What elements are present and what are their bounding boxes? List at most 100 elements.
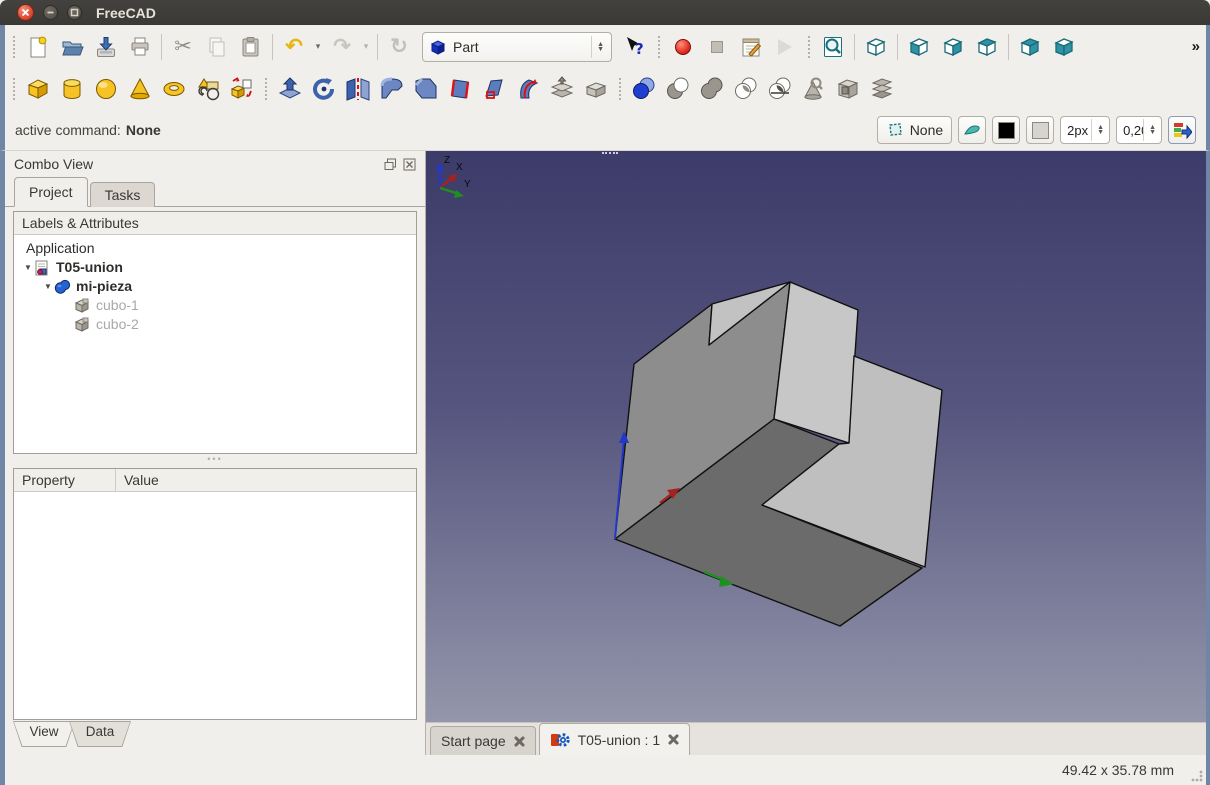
undo-button[interactable]: ↶ [277,30,311,64]
property-table-body[interactable] [14,492,416,719]
tab-tasks[interactable]: Tasks [90,182,156,207]
shape-builder-button[interactable] [225,72,259,106]
toolbar-drag-handle[interactable] [619,78,621,100]
tab-document[interactable]: T05-union : 1 [539,723,691,755]
cross-section-button[interactable] [831,72,865,106]
tab-view[interactable]: View [13,721,75,747]
redo-button[interactable]: ↷ [325,30,359,64]
close-tab-icon[interactable] [514,736,525,747]
tree-item-label: Application [26,239,95,258]
boolean-button[interactable] [627,72,661,106]
refresh-button[interactable]: ↻ [382,30,416,64]
part-box-button[interactable] [21,72,55,106]
boolean-intersection-button[interactable] [729,72,763,106]
extrude-button[interactable] [273,72,307,106]
toolbar-drag-handle[interactable] [265,78,267,100]
chevron-down-icon: ▾ [316,41,321,52]
workbench-spinner[interactable]: ▲▼ [591,36,609,58]
section-button[interactable] [763,72,797,106]
minimize-icon[interactable] [43,5,58,20]
text-scale-spinner[interactable]: ▲▼ [1143,119,1161,141]
save-button[interactable] [89,30,123,64]
cross-sections-button[interactable] [865,72,899,106]
paste-button[interactable] [234,30,268,64]
create-primitives-button[interactable] [191,72,225,106]
dock-splitter[interactable]: ••• [5,454,425,464]
macro-play-button[interactable] [768,30,802,64]
draft-facecolor-gray-button[interactable] [1026,116,1054,144]
new-document-button[interactable] [21,30,55,64]
whats-this-button[interactable]: ? [618,30,652,64]
text-scale-spinbox[interactable]: 0,20 ▲▼ [1116,116,1162,144]
macro-stop-button[interactable] [700,30,734,64]
toolbar-drag-handle[interactable] [13,36,15,58]
draft-style-button[interactable]: None [877,116,952,144]
resize-grip[interactable] [1191,770,1203,782]
tree-item-part[interactable]: ▼ mi-pieza [22,277,416,296]
toolbar-drag-handle[interactable] [658,36,660,58]
top-view-button[interactable] [936,30,970,64]
tab-project[interactable]: Project [14,177,88,207]
tab-data[interactable]: Data [69,721,131,747]
part-cone-button[interactable] [123,72,157,106]
undo-dropdown-button[interactable]: ▾ [311,30,325,64]
close-tab-icon[interactable] [668,734,679,745]
whats-this-icon: ? [623,35,647,59]
expander-icon[interactable]: ▼ [22,258,34,277]
tree-item-application[interactable]: Application [22,239,416,258]
fit-all-button[interactable] [816,30,850,64]
right-view-button[interactable] [970,30,1004,64]
part-cylinder-button[interactable] [55,72,89,106]
chamfer-button[interactable] [409,72,443,106]
expander-icon[interactable]: ▼ [42,277,54,296]
tree-item-cubo2[interactable]: cubo-2 [22,315,416,334]
property-column-header[interactable]: Property [14,469,116,491]
float-panel-button[interactable] [384,158,397,171]
left-view-button[interactable] [1047,30,1081,64]
copy-button[interactable] [200,30,234,64]
mirror-button[interactable] [341,72,375,106]
3d-viewport[interactable]: Z X Y [426,151,1206,722]
autogroup-button[interactable] [1168,116,1196,144]
print-button[interactable] [123,30,157,64]
thickness-button[interactable] [579,72,613,106]
maximize-icon[interactable] [67,5,82,20]
value-column-header[interactable]: Value [116,469,416,491]
macro-edit-button[interactable] [734,30,768,64]
tab-start-page[interactable]: Start page [430,726,536,755]
axonometric-view-button[interactable] [859,30,893,64]
part-torus-button[interactable] [157,72,191,106]
draft-linecolor-button[interactable] [958,116,986,144]
rear-view-button[interactable] [1013,30,1047,64]
check-geometry-button[interactable] [797,72,831,106]
redo-dropdown-button[interactable]: ▾ [359,30,373,64]
line-width-spinner[interactable]: ▲▼ [1091,119,1109,141]
ruled-surface-button[interactable] [443,72,477,106]
toolbar-drag-handle[interactable] [13,78,15,100]
workbench-selector[interactable]: Part ▲▼ [422,32,612,62]
boolean-cut-button[interactable] [661,72,695,106]
autogroup-icon [1172,121,1192,139]
boolean-union-button[interactable] [695,72,729,106]
macro-record-button[interactable] [666,30,700,64]
sweep-button[interactable] [511,72,545,106]
offset-button[interactable] [545,72,579,106]
tree-item-cubo1[interactable]: cubo-1 [22,296,416,315]
line-width-spinbox[interactable]: 2px ▲▼ [1060,116,1110,144]
cone-icon [127,76,153,102]
fillet-button[interactable] [375,72,409,106]
revolve-button[interactable] [307,72,341,106]
loft-button[interactable] [477,72,511,106]
tree-item-document[interactable]: ▼ T05-union [22,258,416,277]
workbench-name: Part [453,39,591,55]
close-panel-button[interactable] [403,158,416,171]
open-file-button[interactable] [55,30,89,64]
close-icon[interactable] [17,4,34,21]
front-view-button[interactable] [902,30,936,64]
toolbar-overflow-button[interactable]: » [1192,38,1200,55]
cut-button[interactable]: ✂ [166,30,200,64]
draft-facecolor-black-button[interactable] [992,116,1020,144]
part-sphere-button[interactable] [89,72,123,106]
combo-view-title: Combo View [14,156,93,172]
toolbar-drag-handle[interactable] [808,36,810,58]
